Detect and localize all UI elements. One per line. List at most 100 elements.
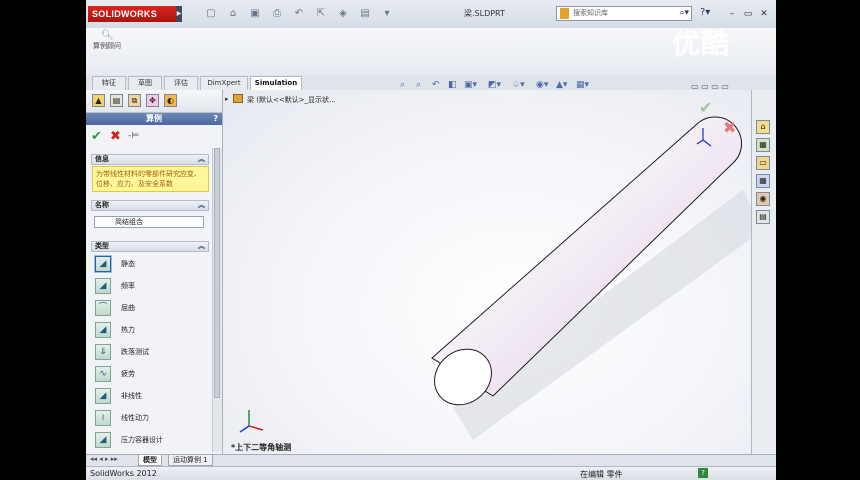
tab-dimxpert[interactable]: DimXpert — [200, 76, 248, 90]
type-label: 静态 — [121, 260, 135, 268]
type-header-label: 类型 — [95, 242, 109, 250]
app-version: SolidWorks 2012 — [90, 469, 157, 478]
section-view-icon[interactable]: ◧ — [448, 80, 457, 90]
tab-features[interactable]: 特征 — [92, 76, 126, 90]
dimxpert-manager-icon[interactable]: ✥ — [146, 94, 159, 107]
scrollbar-thumb[interactable] — [214, 148, 220, 398]
confirm-corner-ok-icon[interactable]: ✔ — [699, 98, 712, 117]
knowledge-base-icon — [560, 8, 569, 19]
pm-help-button[interactable]: ? — [213, 113, 218, 125]
status-help-icon[interactable]: ? — [698, 468, 708, 478]
view-settings-icon[interactable]: ▦▾ — [576, 80, 589, 90]
cancel-button[interactable]: ✖ — [110, 129, 121, 144]
nonlinear-icon: ◢ — [95, 388, 111, 404]
view-orientation-icon[interactable]: ▣▾ — [464, 80, 477, 90]
minimize-button[interactable]: – — [726, 8, 738, 20]
configuration-manager-icon[interactable]: ⧉ — [128, 94, 141, 107]
study-name-input[interactable]: 简结组合 — [94, 216, 204, 228]
tab-motion-study-1[interactable]: 运动算例 1 — [168, 455, 213, 466]
type-pressure-vessel[interactable]: ◢ 压力容器设计 — [93, 431, 209, 449]
type-nonlinear[interactable]: ◢ 非线性 — [93, 387, 209, 405]
tab-simulation[interactable]: Simulation — [250, 76, 302, 90]
info-message: 为带线性材料的零部件研究应变、位移、应力、及安全系数 — [92, 166, 209, 192]
type-static[interactable]: ◢ 静态 — [93, 255, 209, 273]
property-manager-panel: ▲ ▤ ⧉ ✥ ◐ 算例 ? ✔ ✖ -⊨ 信息 ︽ 为带线性材料的零部件研究应… — [86, 90, 223, 454]
apply-scene-icon[interactable]: ▲▾ — [556, 80, 567, 90]
heads-up-view-toolbar: ⌕ ⌕ ↶ ◧ ▣▾ ◩▾ ♤▾ ◉▾ ▲▾ ▦▾ — [400, 80, 600, 92]
panel-scrollbar[interactable] — [212, 148, 222, 452]
ok-button[interactable]: ✔ — [91, 129, 102, 144]
beam-model[interactable] — [223, 90, 751, 454]
tab-model[interactable]: 模型 — [138, 455, 162, 466]
thermal-icon: ◢ — [95, 322, 111, 338]
options-icon[interactable]: ▤ — [358, 8, 372, 20]
tab-scroll-arrows[interactable]: ◂◂ ◂ ▸ ▸▸ — [90, 455, 118, 463]
undo-icon[interactable]: ↶ — [292, 8, 306, 20]
previous-view-icon[interactable]: ↶ — [432, 80, 440, 90]
save-icon[interactable]: ▣ — [248, 8, 262, 20]
file-explorer-icon[interactable]: ▭ — [756, 156, 770, 170]
menu-expand-arrow[interactable]: ▶ — [176, 6, 182, 22]
select-icon[interactable]: ⇱ — [314, 8, 328, 20]
feature-tree-icon[interactable]: ▲ — [92, 94, 105, 107]
name-section-header[interactable]: 名称 ︽ — [91, 200, 209, 211]
help-icon[interactable]: ?▾ — [700, 7, 710, 18]
solidworks-logo[interactable]: SOLIDWORKS — [88, 6, 176, 22]
task-pane-strip: ⌂ ▦ ▭ ▦ ◉ ▤ — [751, 90, 776, 454]
pressure-vessel-icon: ◢ — [95, 432, 111, 448]
restore-button[interactable]: ▭ — [742, 8, 754, 20]
new-document-icon[interactable]: ▢ — [204, 8, 218, 20]
study-advisor-icon[interactable]: 🔍︎ — [101, 30, 114, 41]
customize-icon[interactable]: ▾ — [380, 8, 394, 20]
collapse-chevron-icon[interactable]: ︽ — [198, 201, 205, 210]
display-manager-icon[interactable]: ◐ — [164, 94, 177, 107]
close-button[interactable]: ✕ — [758, 8, 770, 20]
buckling-icon: ⌒ — [95, 300, 111, 316]
type-label: 屈曲 — [121, 304, 135, 312]
display-style-icon[interactable]: ◩▾ — [488, 80, 501, 90]
type-section-header[interactable]: 类型 ︽ — [91, 241, 209, 252]
custom-properties-icon[interactable]: ▤ — [756, 210, 770, 224]
tab-evaluate[interactable]: 评估 — [164, 76, 198, 90]
collapse-chevron-icon[interactable]: ︽ — [198, 242, 205, 251]
type-label: 疲劳 — [121, 370, 135, 378]
type-label: 频率 — [121, 282, 135, 290]
pin-icon[interactable]: -⊨ — [128, 131, 139, 141]
design-library-icon[interactable]: ▦ — [756, 138, 770, 152]
type-drop-test[interactable]: ⇓ 跌落测试 — [93, 343, 209, 361]
search-input[interactable]: 搜索知识库 ⌕▾ — [556, 6, 692, 21]
type-linear-dynamic[interactable]: ≀ 线性动力 — [93, 409, 209, 427]
type-frequency[interactable]: ◢ 频率 — [93, 277, 209, 295]
zoom-to-fit-icon[interactable]: ⌕ — [400, 80, 405, 90]
rebuild-icon[interactable]: ◈ — [336, 8, 350, 20]
panel-tabs: ▲ ▤ ⧉ ✥ ◐ — [86, 90, 222, 113]
zoom-to-area-icon[interactable]: ⌕ — [416, 80, 421, 90]
confirm-corner-cancel-icon[interactable]: ✖ — [723, 118, 736, 137]
info-section-header[interactable]: 信息 ︽ — [91, 154, 209, 165]
hide-show-items-icon[interactable]: ♤▾ — [512, 80, 525, 90]
edit-appearance-icon[interactable]: ◉▾ — [536, 80, 548, 90]
type-fatigue[interactable]: ∿ 疲劳 — [93, 365, 209, 383]
solidworks-window: SOLIDWORKS ▶ ▢ ⌂ ▣ ⎙ ↶ ⇱ ◈ ▤ ▾ 梁.SLDPRT … — [86, 0, 776, 480]
study-advisor-label[interactable]: 算例顾问 — [92, 42, 122, 51]
frequency-icon: ◢ — [95, 278, 111, 294]
appearances-icon[interactable]: ◉ — [756, 192, 770, 206]
search-icon[interactable]: ⌕▾ — [679, 7, 689, 20]
open-icon[interactable]: ⌂ — [226, 8, 240, 20]
type-label: 热力 — [121, 326, 135, 334]
type-thermal[interactable]: ◢ 热力 — [93, 321, 209, 339]
type-label: 压力容器设计 — [121, 436, 163, 444]
tab-sketch[interactable]: 草图 — [128, 76, 162, 90]
drop-test-icon: ⇓ — [95, 344, 111, 360]
linear-dynamic-icon: ≀ — [95, 410, 111, 426]
type-buckling[interactable]: ⌒ 屈曲 — [93, 299, 209, 317]
view-palette-icon[interactable]: ▦ — [756, 174, 770, 188]
property-manager-icon[interactable]: ▤ — [110, 94, 123, 107]
collapse-chevron-icon[interactable]: ︽ — [198, 155, 205, 164]
viewport-window-controls[interactable]: ▭ ▭ ▭ ▭ — [691, 82, 729, 91]
pm-title-text: 算例 — [146, 114, 162, 123]
solidworks-resources-icon[interactable]: ⌂ — [756, 120, 770, 134]
type-label: 跌落测试 — [121, 348, 149, 356]
print-icon[interactable]: ⎙ — [270, 8, 284, 20]
graphics-area[interactable]: ▸ 梁 (默认<<默认>_显示状... ✔ ✖ *上下二等角轴测 — [223, 90, 751, 454]
